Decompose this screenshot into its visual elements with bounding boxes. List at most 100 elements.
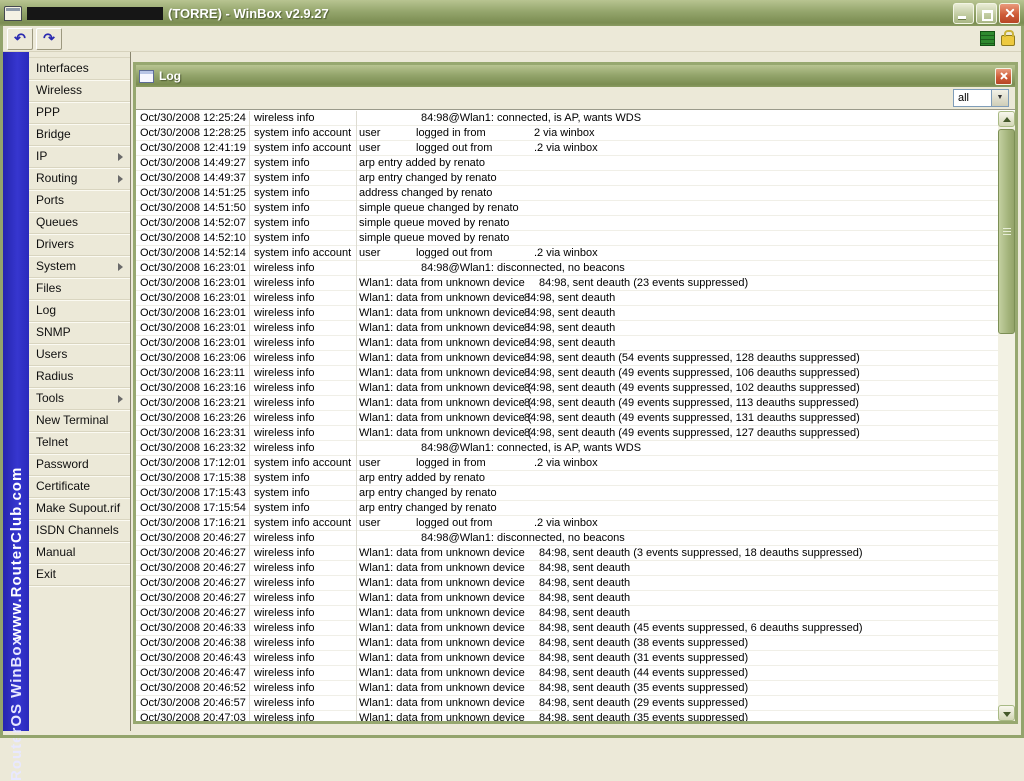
- log-topics-cell: wireless info: [250, 621, 357, 636]
- sidebar-item-bridge[interactable]: Bridge: [29, 124, 130, 146]
- log-window-titlebar[interactable]: Log: [136, 65, 1015, 87]
- sidebar-item-users[interactable]: Users: [29, 344, 130, 366]
- sidebar-item-telnet[interactable]: Telnet: [29, 432, 130, 454]
- log-row[interactable]: Oct/30/2008 20:47:03 wireless info Wlan1: …: [136, 711, 998, 721]
- sidebar-item-ip[interactable]: IP: [29, 146, 130, 168]
- log-row[interactable]: Oct/30/2008 20:46:27 wireless info Wlan1: …: [136, 606, 998, 621]
- log-row[interactable]: Oct/30/2008 12:25:24 wireless info 84:98@W…: [136, 111, 998, 126]
- log-message-part: 84:98, sent deauth: [539, 607, 631, 619]
- log-time-cell: Oct/30/2008 16:23:26: [136, 411, 250, 426]
- log-time-cell: Oct/30/2008 12:41:19: [136, 141, 250, 156]
- sidebar-item-snmp[interactable]: SNMP: [29, 322, 130, 344]
- sidebar-item-manual[interactable]: Manual: [29, 542, 130, 564]
- log-filter-select[interactable]: all ▼: [953, 89, 1009, 107]
- log-row[interactable]: Oct/30/2008 20:46:27 wireless info Wlan1: …: [136, 591, 998, 606]
- sidebar-item-exit[interactable]: Exit: [29, 564, 130, 586]
- sidebar-item-label: Interfaces: [36, 61, 89, 75]
- log-message-part: Wlan1: data from unknown device l: [359, 322, 531, 334]
- log-row[interactable]: Oct/30/2008 17:12:01 system info account u…: [136, 456, 998, 471]
- sidebar-item-new-terminal[interactable]: New Terminal: [29, 410, 130, 432]
- sidebar-item-make-supout-rif[interactable]: Make Supout.rif: [29, 498, 130, 520]
- log-time-cell: Oct/30/2008 16:23:21: [136, 396, 250, 411]
- sidebar-item-ports[interactable]: Ports: [29, 190, 130, 212]
- log-row[interactable]: Oct/30/2008 16:23:11 wireless info Wlan1: …: [136, 366, 998, 381]
- log-message-part: Wlan1: data from unknown device l: [359, 337, 531, 349]
- log-row[interactable]: Oct/30/2008 16:23:16 wireless info Wlan1: …: [136, 381, 998, 396]
- sidebar-item-system[interactable]: System: [29, 256, 130, 278]
- log-row[interactable]: Oct/30/2008 14:49:37 system info arp entry…: [136, 171, 998, 186]
- log-message-part: Wlan1: data from unknown device: [359, 697, 525, 709]
- minimize-button[interactable]: [953, 2, 974, 24]
- scrollbar-thumb[interactable]: [998, 129, 1015, 334]
- sidebar-item-routing[interactable]: Routing: [29, 168, 130, 190]
- restore-button[interactable]: [976, 2, 997, 24]
- log-row[interactable]: Oct/30/2008 16:23:01 wireless info Wlan1: …: [136, 336, 998, 351]
- log-time-cell: Oct/30/2008 16:23:16: [136, 381, 250, 396]
- log-row[interactable]: Oct/30/2008 20:46:43 wireless info Wlan1: …: [136, 651, 998, 666]
- log-row[interactable]: Oct/30/2008 16:23:31 wireless info Wlan1: …: [136, 426, 998, 441]
- sidebar-item-wireless[interactable]: Wireless: [29, 80, 130, 102]
- dropdown-button[interactable]: ▼: [991, 90, 1008, 106]
- log-row[interactable]: Oct/30/2008 16:23:01 wireless info Wlan1: …: [136, 291, 998, 306]
- log-row[interactable]: Oct/30/2008 16:23:06 wireless info Wlan1: …: [136, 351, 998, 366]
- log-row[interactable]: Oct/30/2008 20:46:27 wireless info Wlan1: …: [136, 576, 998, 591]
- log-row[interactable]: Oct/30/2008 16:23:01 wireless info 84:98@W…: [136, 261, 998, 276]
- log-row[interactable]: Oct/30/2008 16:23:01 wireless info Wlan1: …: [136, 306, 998, 321]
- sidebar-item-radius[interactable]: Radius: [29, 366, 130, 388]
- log-row[interactable]: Oct/30/2008 20:46:57 wireless info Wlan1: …: [136, 696, 998, 711]
- log-scrollbar[interactable]: [998, 111, 1015, 721]
- log-row[interactable]: Oct/30/2008 16:23:01 wireless info Wlan1: …: [136, 276, 998, 291]
- log-row[interactable]: Oct/30/2008 12:28:25 system info account u…: [136, 126, 998, 141]
- log-row[interactable]: Oct/30/2008 16:23:21 wireless info Wlan1: …: [136, 396, 998, 411]
- sidebar-item-password[interactable]: Password: [29, 454, 130, 476]
- log-message-cell: Wlan1: data from unknown device 84:98, se…: [358, 561, 998, 576]
- log-message-part: Wlan1: data from unknown device: [359, 637, 525, 649]
- log-message-cell: Wlan1: data from unknown device 84:98, se…: [358, 576, 998, 591]
- sidebar-item-isdn-channels[interactable]: ISDN Channels: [29, 520, 130, 542]
- sidebar-item-tools[interactable]: Tools: [29, 388, 130, 410]
- log-row[interactable]: Oct/30/2008 20:46:27 wireless info Wlan1: …: [136, 546, 998, 561]
- log-row[interactable]: Oct/30/2008 14:51:50 system info simple qu…: [136, 201, 998, 216]
- sidebar-item-interfaces[interactable]: Interfaces: [29, 58, 130, 80]
- log-row[interactable]: Oct/30/2008 14:52:07 system info simple qu…: [136, 216, 998, 231]
- log-message-part: user: [359, 457, 381, 469]
- log-row[interactable]: Oct/30/2008 14:52:14 system info account u…: [136, 246, 998, 261]
- sidebar-item-log[interactable]: Log: [29, 300, 130, 322]
- sidebar-item-drivers[interactable]: Drivers: [29, 234, 130, 256]
- sidebar-item-ppp[interactable]: PPP: [29, 102, 130, 124]
- log-row[interactable]: Oct/30/2008 17:15:38 system info arp entry…: [136, 471, 998, 486]
- log-message-part: Wlan1: data from unknown device: [359, 652, 525, 664]
- log-row[interactable]: Oct/30/2008 16:23:32 wireless info 84:98@W…: [136, 441, 998, 456]
- log-message-cell: Wlan1: data from unknown device l:84:98,…: [358, 306, 998, 321]
- log-topics-cell: system info: [250, 171, 357, 186]
- log-row[interactable]: Oct/30/2008 14:52:10 system info simple qu…: [136, 231, 998, 246]
- log-row[interactable]: Oct/30/2008 17:16:21 system info account u…: [136, 516, 998, 531]
- log-message-cell: 84:98@Wlan1: connected, is AP, wants WDS: [358, 441, 998, 456]
- log-row[interactable]: Oct/30/2008 20:46:33 wireless info Wlan1: …: [136, 621, 998, 636]
- log-row[interactable]: Oct/30/2008 17:15:54 system info arp entry…: [136, 501, 998, 516]
- log-row[interactable]: Oct/30/2008 14:51:25 system info address c…: [136, 186, 998, 201]
- undo-button[interactable]: ↶: [7, 27, 33, 50]
- redo-button[interactable]: ↷: [36, 27, 62, 50]
- submenu-arrow-icon: [118, 153, 123, 161]
- log-message-cell: Wlan1: data from unknown device 84:98, se…: [358, 591, 998, 606]
- log-row[interactable]: Oct/30/2008 17:15:43 system info arp entry…: [136, 486, 998, 501]
- log-row[interactable]: Oct/30/2008 20:46:27 wireless info 84:98@W…: [136, 531, 998, 546]
- sidebar-item-files[interactable]: Files: [29, 278, 130, 300]
- log-row[interactable]: Oct/30/2008 20:46:47 wireless info Wlan1: …: [136, 666, 998, 681]
- log-time-cell: Oct/30/2008 14:52:14: [136, 246, 250, 261]
- log-row[interactable]: Oct/30/2008 20:46:52 wireless info Wlan1: …: [136, 681, 998, 696]
- scroll-up-button[interactable]: [998, 111, 1015, 127]
- log-row[interactable]: Oct/30/2008 16:23:01 wireless info Wlan1: …: [136, 321, 998, 336]
- log-close-button[interactable]: [995, 67, 1012, 85]
- log-row[interactable]: Oct/30/2008 16:23:26 wireless info Wlan1: …: [136, 411, 998, 426]
- sidebar-item-certificate[interactable]: Certificate: [29, 476, 130, 498]
- sidebar-item-queues[interactable]: Queues: [29, 212, 130, 234]
- log-topics-cell: wireless info: [250, 666, 357, 681]
- scroll-down-button[interactable]: [998, 705, 1015, 721]
- log-row[interactable]: Oct/30/2008 20:46:38 wireless info Wlan1: …: [136, 636, 998, 651]
- log-row[interactable]: Oct/30/2008 20:46:27 wireless info Wlan1: …: [136, 561, 998, 576]
- log-row[interactable]: Oct/30/2008 14:49:27 system info arp entry…: [136, 156, 998, 171]
- close-button[interactable]: [999, 2, 1020, 24]
- log-row[interactable]: Oct/30/2008 12:41:19 system info account u…: [136, 141, 998, 156]
